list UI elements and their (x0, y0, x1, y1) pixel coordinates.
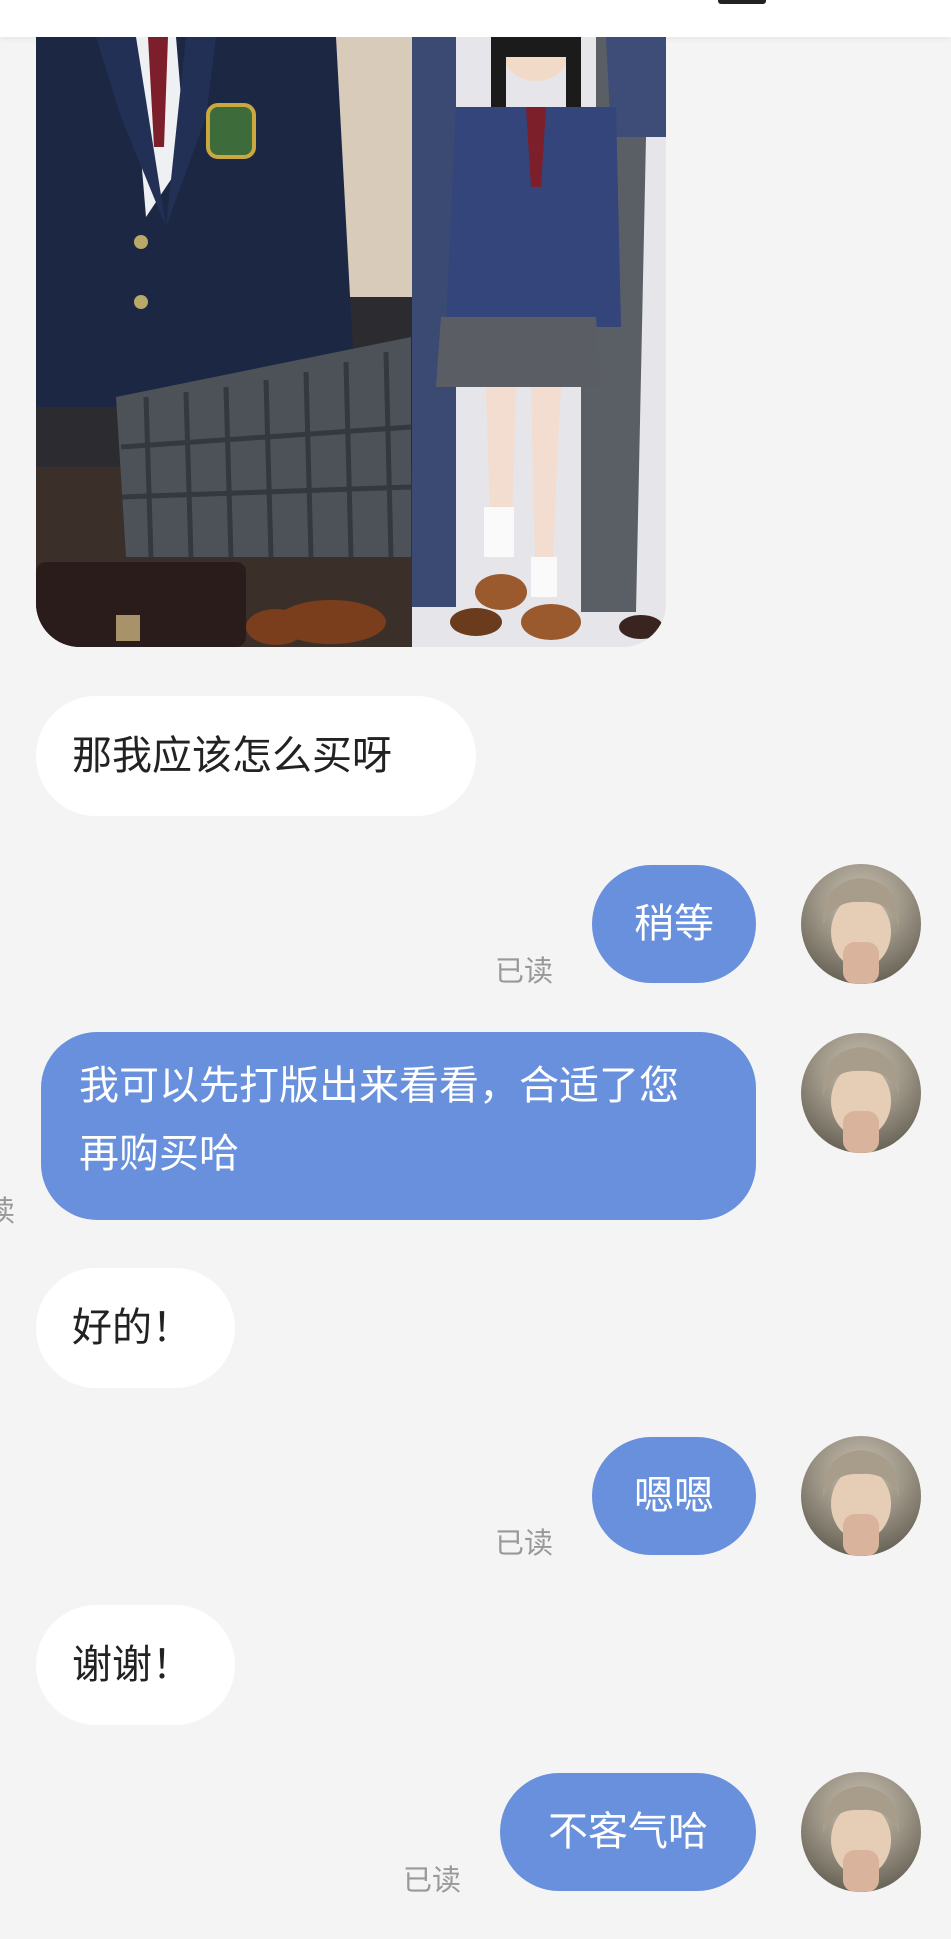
outgoing-message[interactable]: 我可以先打版出来看看，合适了您再购买哈 (41, 1032, 756, 1220)
read-status: 已读 (495, 954, 554, 988)
user-avatar[interactable] (801, 1436, 921, 1556)
user-avatar[interactable] (801, 1033, 921, 1153)
message-text: 那我应该怎么买呀 (72, 733, 392, 779)
message-image[interactable] (36, 37, 666, 647)
top-bar-handle (718, 0, 766, 4)
outgoing-message[interactable]: 嗯嗯 (592, 1437, 756, 1555)
message-text: 不客气哈 (548, 1809, 708, 1855)
uniform-photo (36, 37, 666, 647)
incoming-message[interactable]: 好的！ (36, 1268, 235, 1388)
incoming-message[interactable]: 那我应该怎么买呀 (36, 696, 476, 816)
outgoing-message[interactable]: 稍等 (592, 865, 756, 983)
message-text: 我可以先打版出来看看，合适了您再购买哈 (79, 1063, 679, 1177)
message-text: 嗯嗯 (634, 1473, 714, 1519)
clipped-read-status: 读 (0, 1194, 16, 1228)
incoming-message[interactable]: 谢谢！ (36, 1605, 235, 1725)
message-text: 好的！ (72, 1305, 192, 1351)
top-bar (0, 0, 951, 37)
message-text: 稍等 (634, 901, 714, 947)
read-status: 已读 (495, 1526, 554, 1560)
read-status: 已读 (403, 1863, 462, 1897)
user-avatar[interactable] (801, 1772, 921, 1892)
outgoing-message[interactable]: 不客气哈 (500, 1773, 756, 1891)
user-avatar[interactable] (801, 864, 921, 984)
message-text: 谢谢！ (72, 1642, 192, 1688)
